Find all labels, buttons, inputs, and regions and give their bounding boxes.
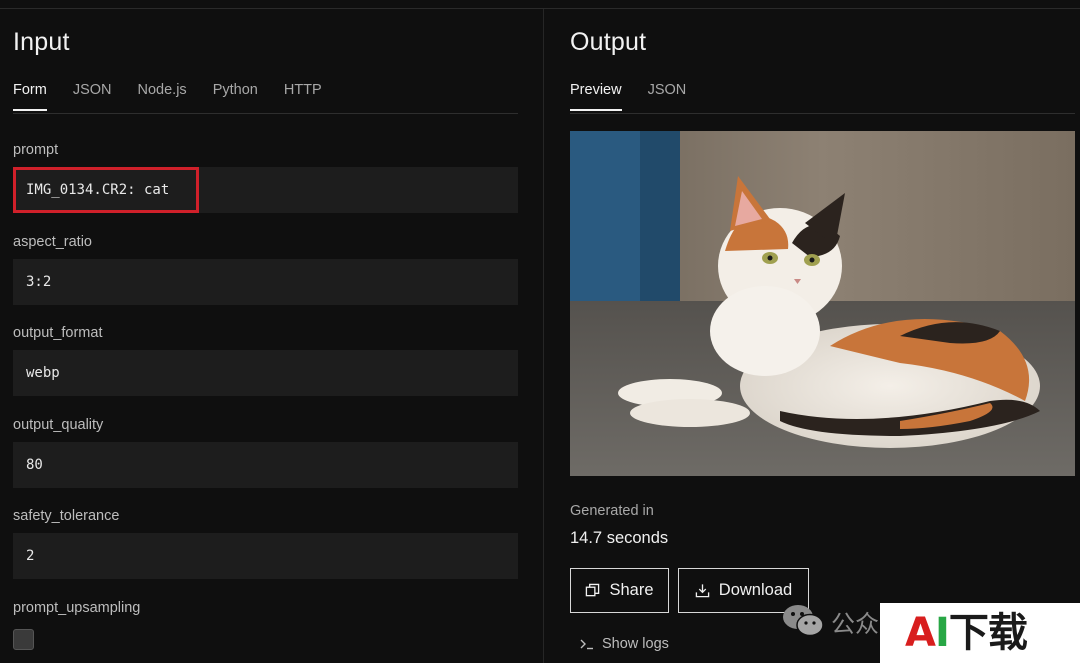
- share-button[interactable]: Share: [570, 568, 669, 613]
- tab-python[interactable]: Python: [213, 82, 258, 111]
- prompt-upsampling-checkbox[interactable]: [13, 629, 34, 650]
- share-label: Share: [609, 581, 654, 599]
- terminal-icon: [580, 639, 593, 650]
- input-title: Input: [13, 28, 70, 56]
- column-divider: [543, 9, 544, 663]
- download-icon: [695, 584, 710, 598]
- input-tabs: Form JSON Node.js Python HTTP: [13, 82, 348, 111]
- prompt-input[interactable]: IMG_0134.CR2: cat: [13, 167, 518, 213]
- safety-tolerance-input[interactable]: 2: [13, 533, 518, 579]
- tabs-divider: [13, 113, 518, 114]
- watermark-text: 公众: [831, 610, 879, 638]
- cat-photo: [570, 131, 1075, 476]
- watermark-logo-a: A: [905, 610, 936, 656]
- output-quality-input[interactable]: 80: [13, 442, 518, 488]
- tab-form[interactable]: Form: [13, 82, 47, 111]
- aspect-ratio-input[interactable]: 3:2: [13, 259, 518, 305]
- input-panel: Input Form JSON Node.js Python HTTP prom…: [13, 0, 518, 663]
- output-format-label: output_format: [13, 325, 103, 341]
- watermark-logo: AI下载: [905, 608, 1028, 658]
- output-tabs: Preview JSON: [570, 82, 712, 111]
- prompt-upsampling-label: prompt_upsampling: [13, 600, 141, 616]
- tab-json[interactable]: JSON: [73, 82, 112, 111]
- tab-http[interactable]: HTTP: [284, 82, 322, 111]
- output-title: Output: [570, 28, 647, 56]
- watermark-logo-i: I: [934, 610, 950, 656]
- show-logs-label: Show logs: [602, 636, 669, 652]
- download-label: Download: [718, 581, 793, 599]
- output-quality-label: output_quality: [13, 417, 104, 433]
- copy-icon: [586, 583, 600, 597]
- watermark-logo-rest: 下载: [948, 610, 1028, 656]
- generated-value: 14.7 seconds: [570, 529, 669, 547]
- generated-label: Generated in: [570, 503, 654, 519]
- tab-output-json[interactable]: JSON: [648, 82, 687, 111]
- safety-tolerance-label: safety_tolerance: [13, 508, 120, 524]
- tab-nodejs[interactable]: Node.js: [138, 82, 187, 111]
- prompt-label: prompt: [13, 142, 59, 158]
- output-format-input[interactable]: webp: [13, 350, 518, 396]
- tab-preview[interactable]: Preview: [570, 82, 622, 111]
- output-panel: Output Preview JSON Generated in 14.7 se…: [570, 0, 1080, 663]
- output-preview-image: [570, 131, 1075, 476]
- output-tabs-divider: [570, 113, 1075, 114]
- show-logs-toggle[interactable]: Show logs: [580, 636, 669, 652]
- aspect-ratio-label: aspect_ratio: [13, 234, 92, 250]
- wechat-icon: [783, 605, 824, 637]
